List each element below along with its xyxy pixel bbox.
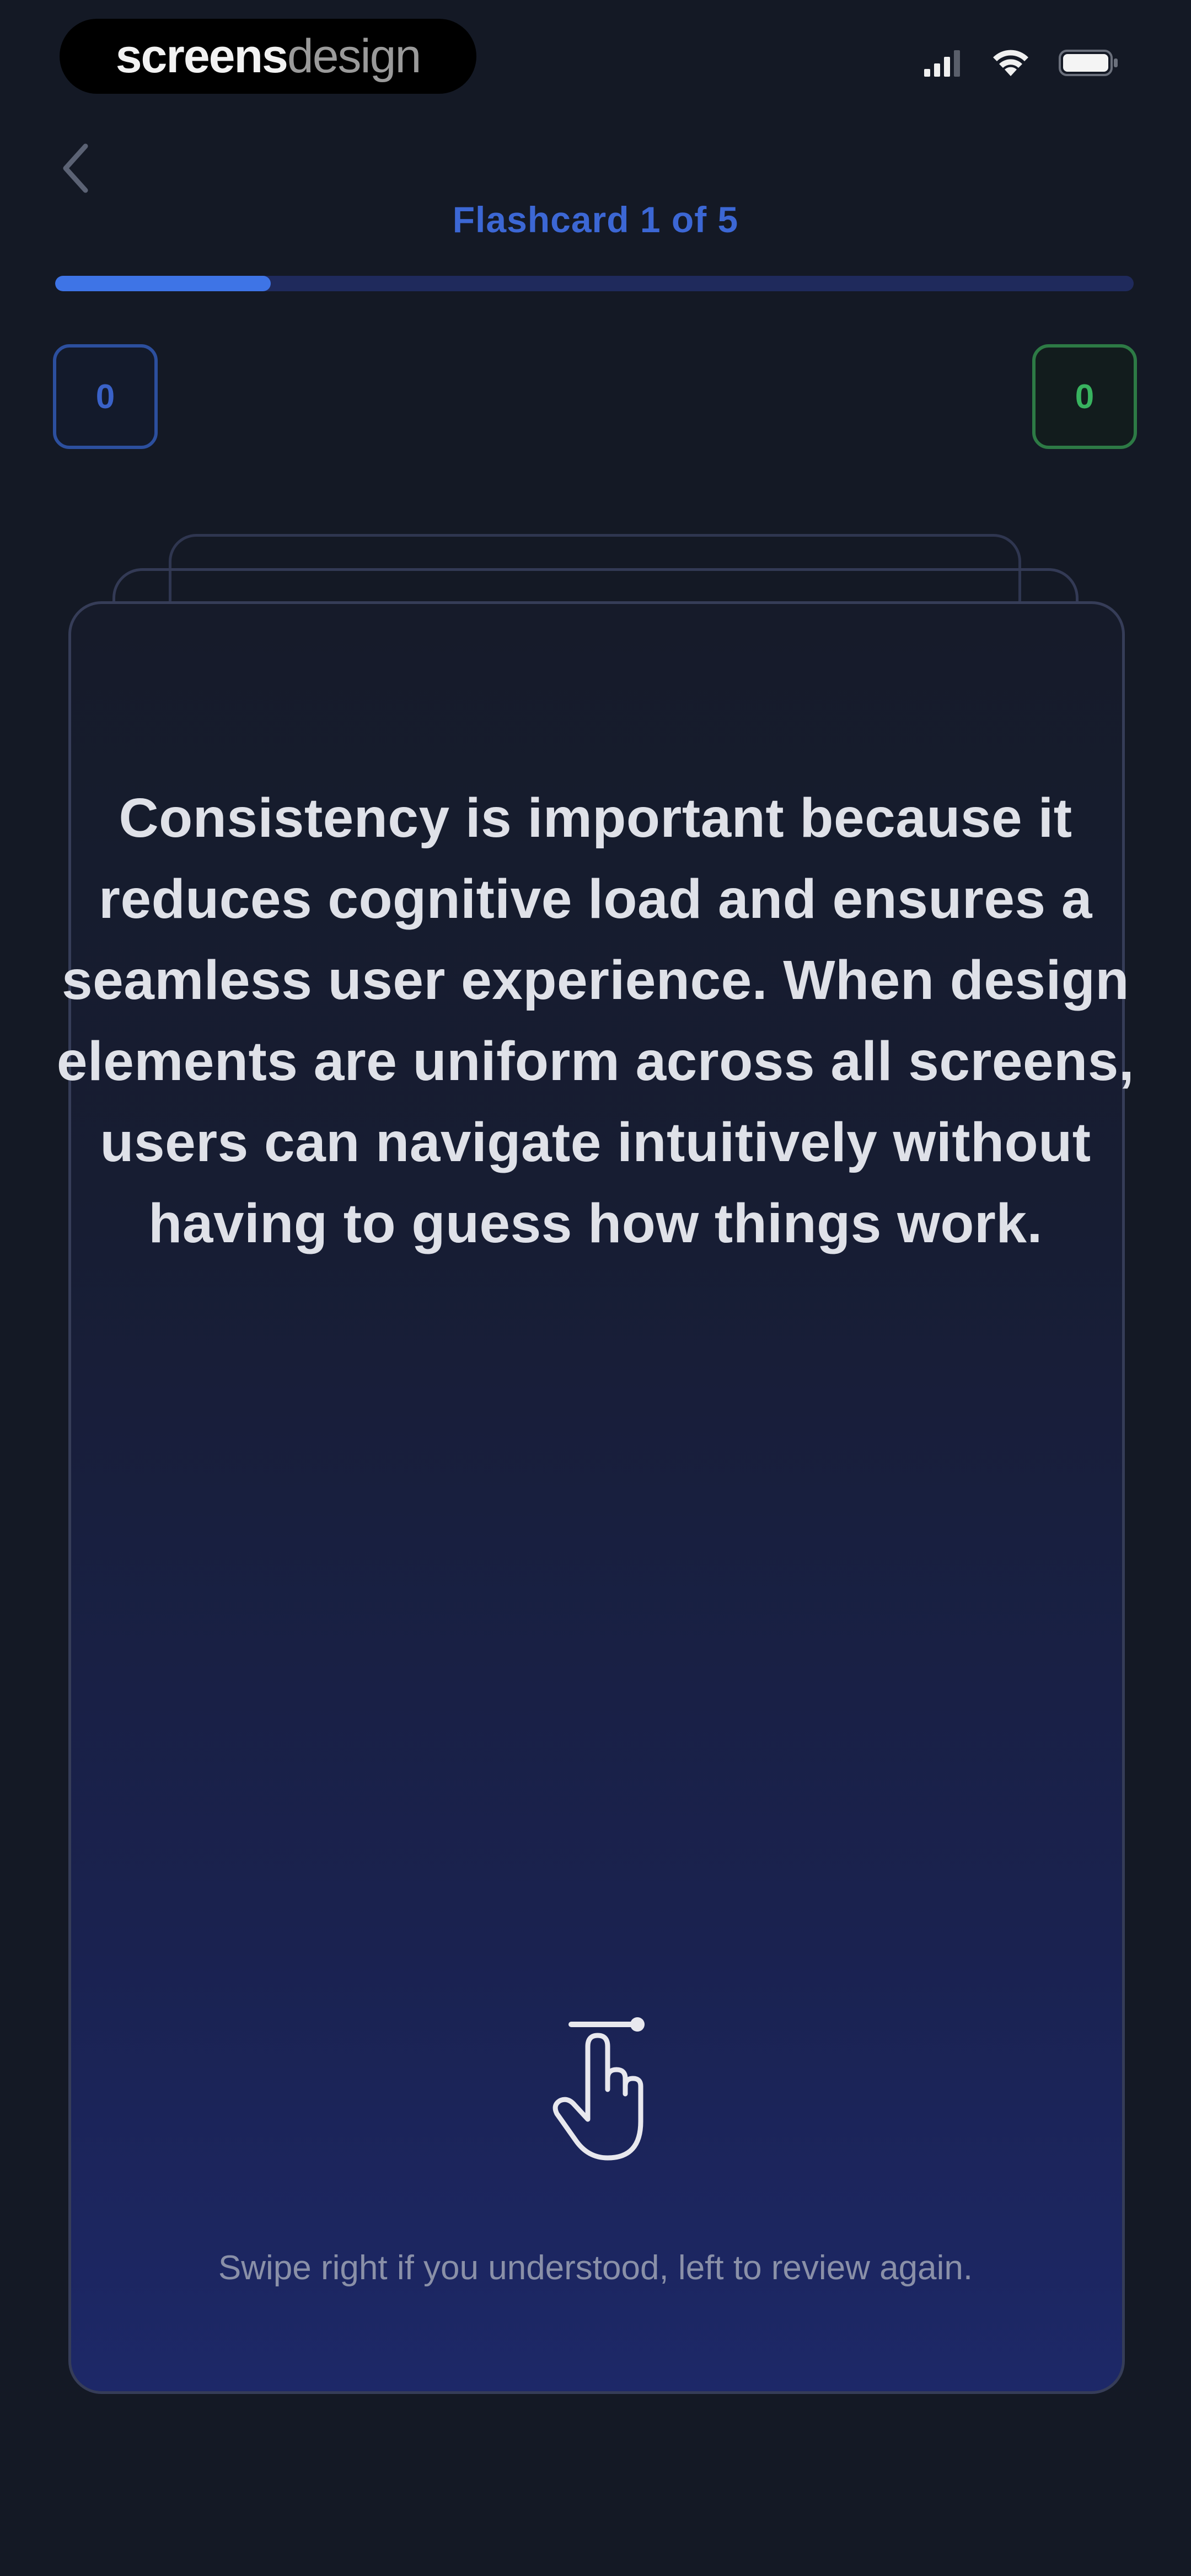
swipe-hand-icon [552, 2017, 645, 2161]
review-count-badge: 0 [53, 344, 158, 449]
progress-bar [55, 276, 1134, 291]
signal-icon [924, 50, 960, 77]
progress-bar-fill [55, 276, 271, 291]
brand-logo-strong: screens [115, 29, 288, 83]
page-title: Flashcard 1 of 5 [452, 199, 739, 240]
status-bar: screens design [0, 0, 1191, 116]
understood-count-badge: 0 [1032, 344, 1137, 449]
brand-logo-light: design [287, 29, 421, 83]
swipe-hint: Swipe right if you understood, left to r… [218, 2249, 973, 2287]
status-icons [924, 49, 1119, 77]
wifi-icon [993, 50, 1028, 76]
chevron-left-icon [63, 143, 88, 193]
battery-icon [1059, 50, 1118, 76]
back-button[interactable] [51, 138, 100, 199]
flashcard-text: Consistency is important because it redu… [56, 787, 1135, 1254]
brand-logo: screens design [60, 19, 476, 94]
